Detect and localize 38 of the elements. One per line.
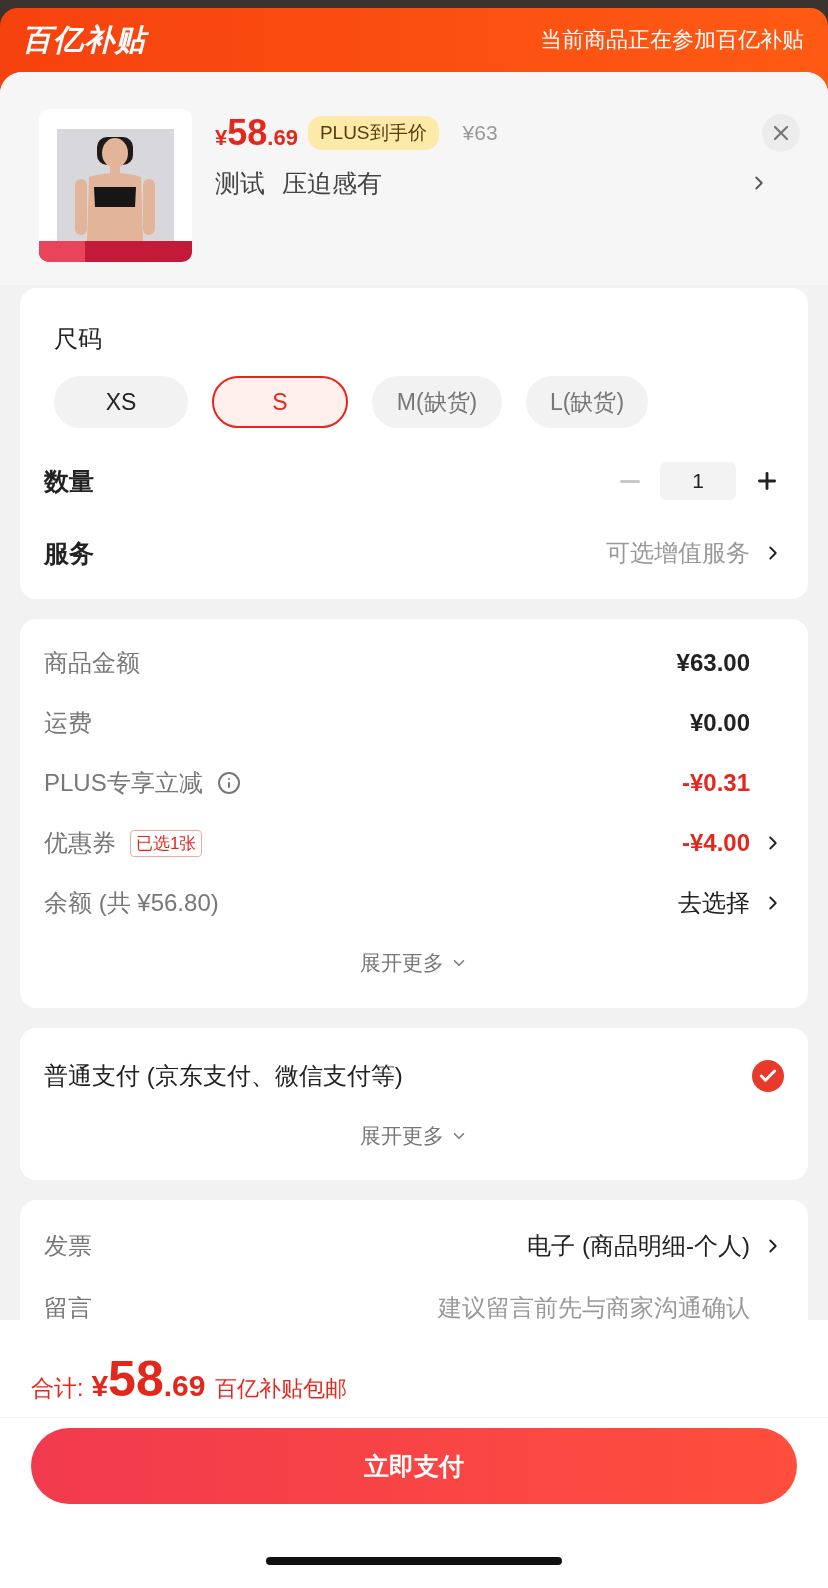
- quantity-label: 数量: [44, 465, 94, 497]
- size-option[interactable]: XS: [54, 376, 188, 428]
- service-value[interactable]: 可选增值服务: [606, 537, 750, 569]
- product-title[interactable]: 测试 压迫感有: [215, 166, 748, 200]
- original-price: ¥63: [462, 121, 498, 145]
- expand-more-link[interactable]: 展开更多: [354, 948, 474, 978]
- size-label: 尺码: [53, 324, 103, 354]
- minus-icon: [620, 479, 640, 483]
- cost-value[interactable]: 去选择: [678, 887, 750, 919]
- cost-value: ¥0.00: [689, 709, 750, 737]
- extra-value[interactable]: 电子 (商品明细-个人): [527, 1230, 750, 1262]
- cost-label: 优惠券: [44, 828, 116, 858]
- total-price: ¥58.69: [91, 1350, 206, 1408]
- plus-price-badge: PLUS到手价: [307, 116, 439, 150]
- info-icon[interactable]: [216, 771, 241, 795]
- total-label: 合计:: [31, 1374, 84, 1403]
- product-price: ¥58.69: [215, 112, 298, 154]
- cost-label: PLUS专享立减: [44, 768, 203, 798]
- subsidy-notice: 当前商品正在参加百亿补贴: [540, 26, 804, 54]
- cost-label: 商品金额: [44, 648, 140, 678]
- extra-value[interactable]: 建议留言前先与商家沟通确认: [438, 1292, 750, 1320]
- payment-method[interactable]: 普通支付 (京东支付、微信支付等): [44, 1060, 403, 1092]
- size-option[interactable]: S: [212, 376, 348, 428]
- service-label: 服务: [44, 537, 94, 569]
- quantity-field[interactable]: 1: [660, 462, 736, 500]
- pay-button[interactable]: 立即支付: [31, 1428, 797, 1504]
- expand-more-link[interactable]: 展开更多: [354, 1121, 474, 1151]
- shipping-note: 百亿补贴包邮: [215, 1375, 348, 1403]
- cost-value: -¥0.31: [681, 769, 750, 797]
- cost-label: 运费: [44, 708, 92, 738]
- cost-value: ¥63.00: [676, 649, 750, 677]
- coupon-badge: 已选1张: [130, 829, 203, 857]
- cost-label: 余额 (共 ¥56.80): [44, 888, 219, 918]
- check-icon[interactable]: [752, 1060, 784, 1092]
- close-button[interactable]: [762, 114, 800, 152]
- extra-label: 发票: [44, 1231, 92, 1261]
- extra-label: 留言: [44, 1293, 92, 1320]
- cost-value[interactable]: -¥4.00: [681, 829, 750, 857]
